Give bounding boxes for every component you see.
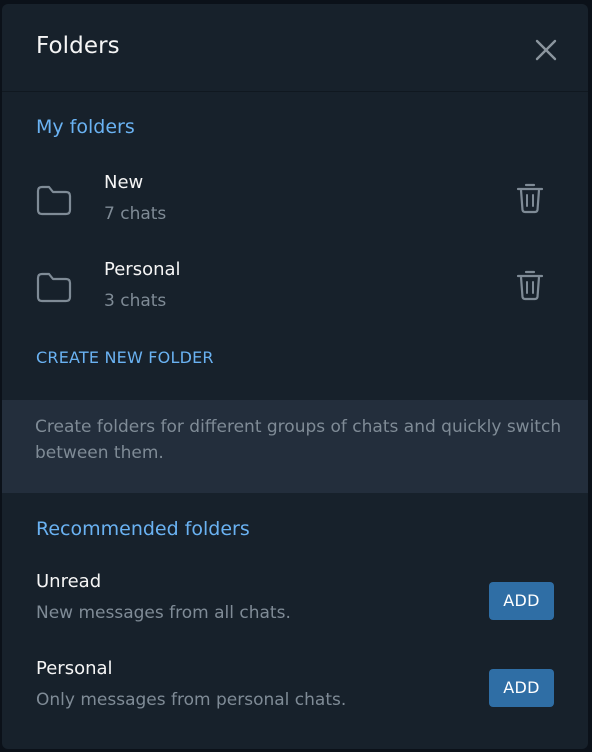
recommended-folder-description: New messages from all chats. (36, 603, 291, 623)
create-new-folder-link[interactable]: CREATE NEW FOLDER (36, 348, 214, 367)
add-personal-button[interactable]: ADD (489, 669, 554, 707)
folder-item-new[interactable]: New 7 chats (2, 160, 588, 240)
folder-chat-count: 7 chats (104, 204, 167, 224)
folder-icon (36, 272, 72, 303)
dialog-title: Folders (36, 33, 120, 59)
close-button[interactable] (530, 34, 564, 68)
recommended-folders-title: Recommended folders (36, 518, 250, 540)
recommended-folder-description: Only messages from personal chats. (36, 690, 347, 710)
folder-name: New (104, 172, 144, 193)
my-folders-title: My folders (36, 116, 135, 138)
trash-icon[interactable] (515, 181, 545, 215)
close-icon (535, 39, 557, 61)
add-unread-button[interactable]: ADD (489, 582, 554, 620)
folder-name: Personal (104, 259, 181, 280)
recommended-folder-name: Unread (36, 571, 102, 592)
trash-icon[interactable] (515, 268, 545, 302)
recommended-folder-name: Personal (36, 658, 113, 679)
folder-icon (36, 185, 72, 216)
folders-dialog: Folders My folders New 7 chats Personal … (2, 4, 588, 749)
folder-chat-count: 3 chats (104, 291, 167, 311)
folder-item-personal[interactable]: Personal 3 chats (2, 247, 588, 327)
dialog-header: Folders (2, 4, 588, 92)
info-text: Create folders for different groups of c… (35, 417, 562, 463)
info-box: Create folders for different groups of c… (2, 400, 588, 493)
